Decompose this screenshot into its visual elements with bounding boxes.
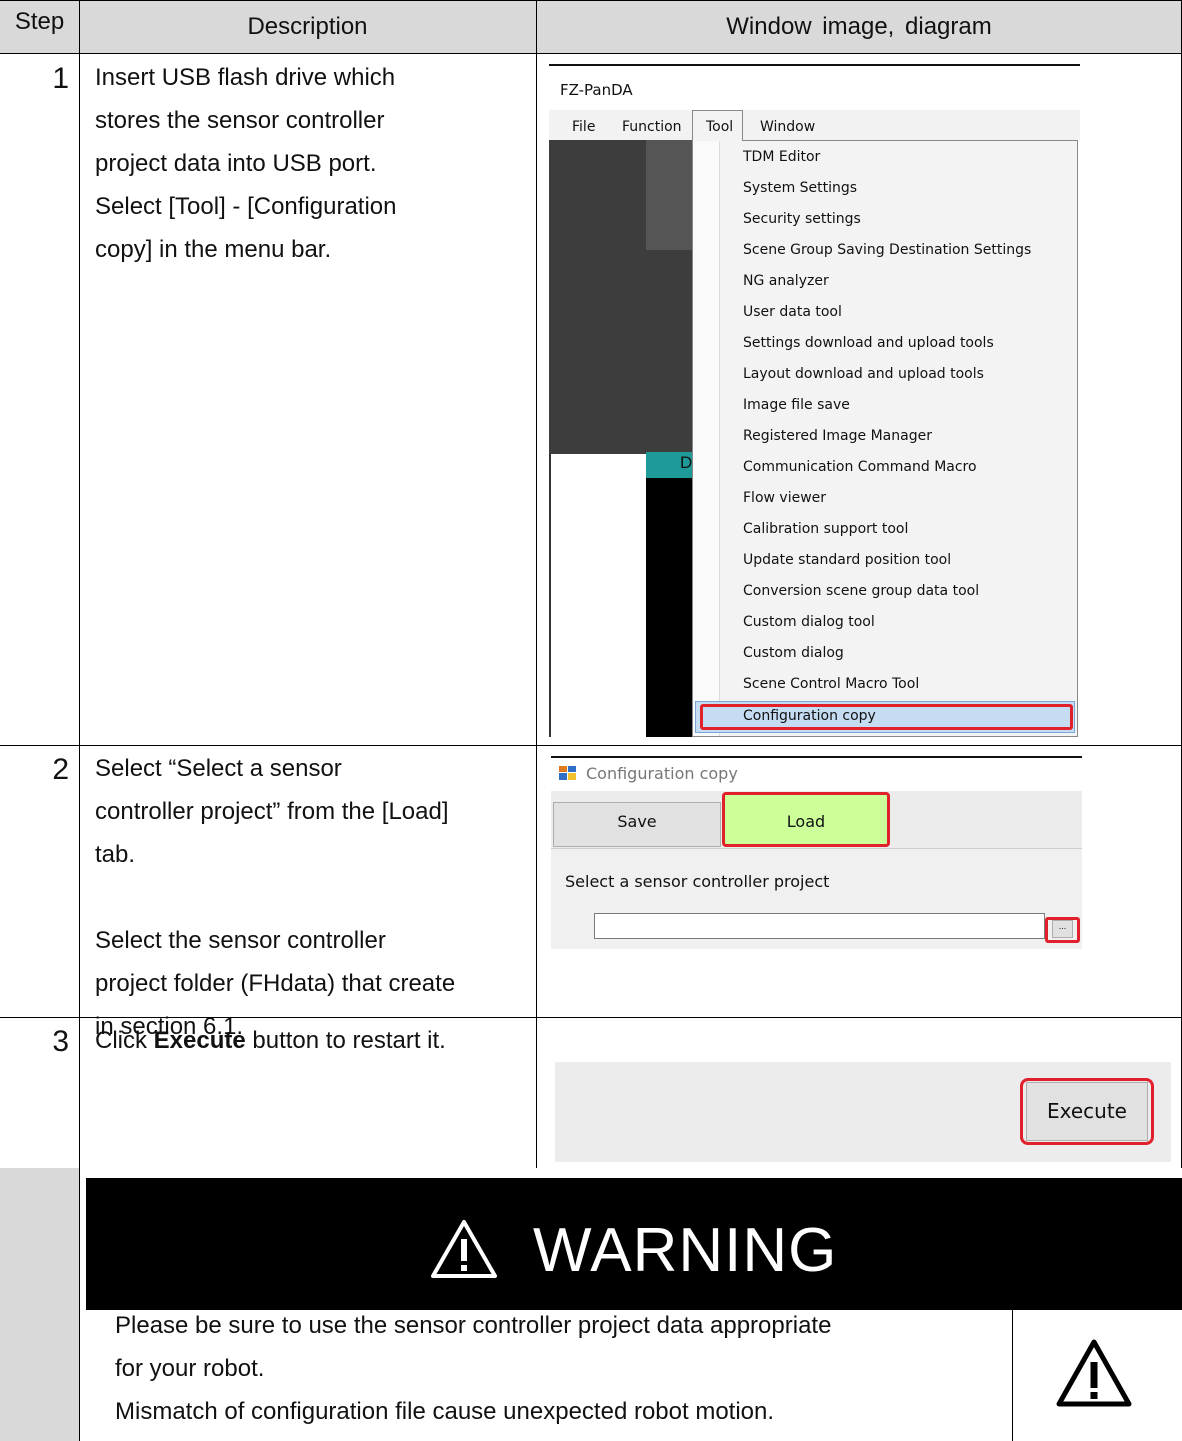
menu-item-calibration-support[interactable]: Calibration support tool (743, 521, 908, 537)
menu-item-conversion-scene-group[interactable]: Conversion scene group data tool (743, 583, 979, 599)
description-text: button to restart it. (245, 1027, 446, 1054)
grid-line (79, 0, 80, 1441)
warning-line: for your robot. (115, 1355, 265, 1382)
step2-description: Select “Select a sensor controller proje… (95, 747, 525, 1048)
execute-button[interactable]: Execute (1026, 1082, 1148, 1141)
grid-line (0, 0, 1182, 1)
step1-description: Insert USB flash drive which stores the … (95, 56, 525, 271)
menu-item-system-settings[interactable]: System Settings (743, 180, 857, 196)
step-number: 2 (52, 753, 69, 786)
step-number: 1 (52, 62, 69, 95)
menu-window[interactable]: Window (760, 119, 815, 135)
warning-line: Mismatch of configuration file cause une… (115, 1398, 775, 1425)
partial-label: D (680, 453, 693, 472)
menu-item-scene-control-macro[interactable]: Scene Control Macro Tool (743, 676, 919, 692)
description-line: Select the sensor controller (95, 927, 386, 954)
caution-icon (1054, 1337, 1134, 1409)
description-line (95, 876, 525, 919)
menu-file[interactable]: File (572, 119, 595, 135)
dark-panel-top-gray (646, 140, 692, 250)
browse-button[interactable]: ... (1052, 920, 1073, 938)
header-step: Step (14, 8, 65, 35)
warning-triangle-icon (429, 1218, 499, 1280)
description-line: copy] in the menu bar. (95, 236, 332, 263)
field-label: Select a sensor controller project (565, 872, 830, 891)
menu-item-custom-dialog-tool[interactable]: Custom dialog tool (743, 614, 875, 630)
description-line: project folder (FHdata) that create (95, 970, 456, 997)
warning-text: Please be sure to use the sensor control… (115, 1304, 1005, 1433)
menu-item-configuration-copy[interactable]: Configuration copy (743, 708, 876, 724)
description-line: project data into USB port. (95, 150, 377, 177)
description-line: tab. (95, 841, 136, 868)
app-icon (559, 766, 576, 780)
screenshot-top-border (549, 64, 1080, 66)
description-bold: Execute (153, 1027, 246, 1054)
project-path-input[interactable] (594, 913, 1045, 939)
warning-divider (1012, 1310, 1013, 1441)
grid-line (0, 745, 1182, 746)
black-panel (646, 478, 692, 737)
description-line: stores the sensor controller (95, 107, 385, 134)
menu-item-tdm-editor[interactable]: TDM Editor (743, 149, 820, 165)
menu-icon-gutter (693, 141, 720, 736)
menu-item-update-standard-position[interactable]: Update standard position tool (743, 552, 951, 568)
tab-load-label: Load (786, 812, 826, 831)
warning-line: Please be sure to use the sensor control… (115, 1312, 832, 1339)
menu-item-scene-group-saving[interactable]: Scene Group Saving Destination Settings (743, 242, 1031, 258)
tab-save-label: Save (617, 812, 657, 831)
description-line: Select [Tool] - [Configuration (95, 193, 397, 220)
header-window-image: Window image, diagram (726, 13, 992, 40)
description-text: Click (95, 1027, 154, 1054)
menu-item-registered-image-manager[interactable]: Registered Image Manager (743, 428, 932, 444)
grid-line (536, 0, 537, 1168)
header-description: Description (247, 13, 368, 40)
menu-function[interactable]: Function (622, 119, 682, 135)
description-line: controller project” from the [Load] (95, 798, 449, 825)
app-title: FZ-PanDA (560, 81, 633, 99)
menu-item-flow-viewer[interactable]: Flow viewer (743, 490, 826, 506)
warning-title: WARNING (533, 1216, 838, 1285)
menu-tool[interactable]: Tool (706, 119, 733, 135)
description-line: Insert USB flash drive which (95, 64, 396, 91)
grid-line (0, 53, 1182, 54)
configuration-copy-screenshot: Configuration copy Save Load Select a se… (551, 756, 1082, 949)
menu-item-communication-command-macro[interactable]: Communication Command Macro (743, 459, 977, 475)
screenshot-top-border (551, 756, 1082, 758)
menu-item-user-data-tool[interactable]: User data tool (743, 304, 842, 320)
description-line: Select “Select a sensor (95, 755, 342, 782)
menu-item-layout-download[interactable]: Layout download and upload tools (743, 366, 984, 382)
window-title: Configuration copy (586, 764, 738, 783)
menu-item-settings-download[interactable]: Settings download and upload tools (743, 335, 994, 351)
step3-gray-fill (0, 1168, 79, 1441)
menu-item-ng-analyzer[interactable]: NG analyzer (743, 273, 829, 289)
menu-item-image-file-save[interactable]: Image file save (743, 397, 850, 413)
step-number: 3 (52, 1025, 69, 1058)
menu-item-custom-dialog[interactable]: Custom dialog (743, 645, 844, 661)
menu-item-security-settings[interactable]: Security settings (743, 211, 861, 227)
step3-description: Click Execute button to restart it. (95, 1019, 535, 1062)
